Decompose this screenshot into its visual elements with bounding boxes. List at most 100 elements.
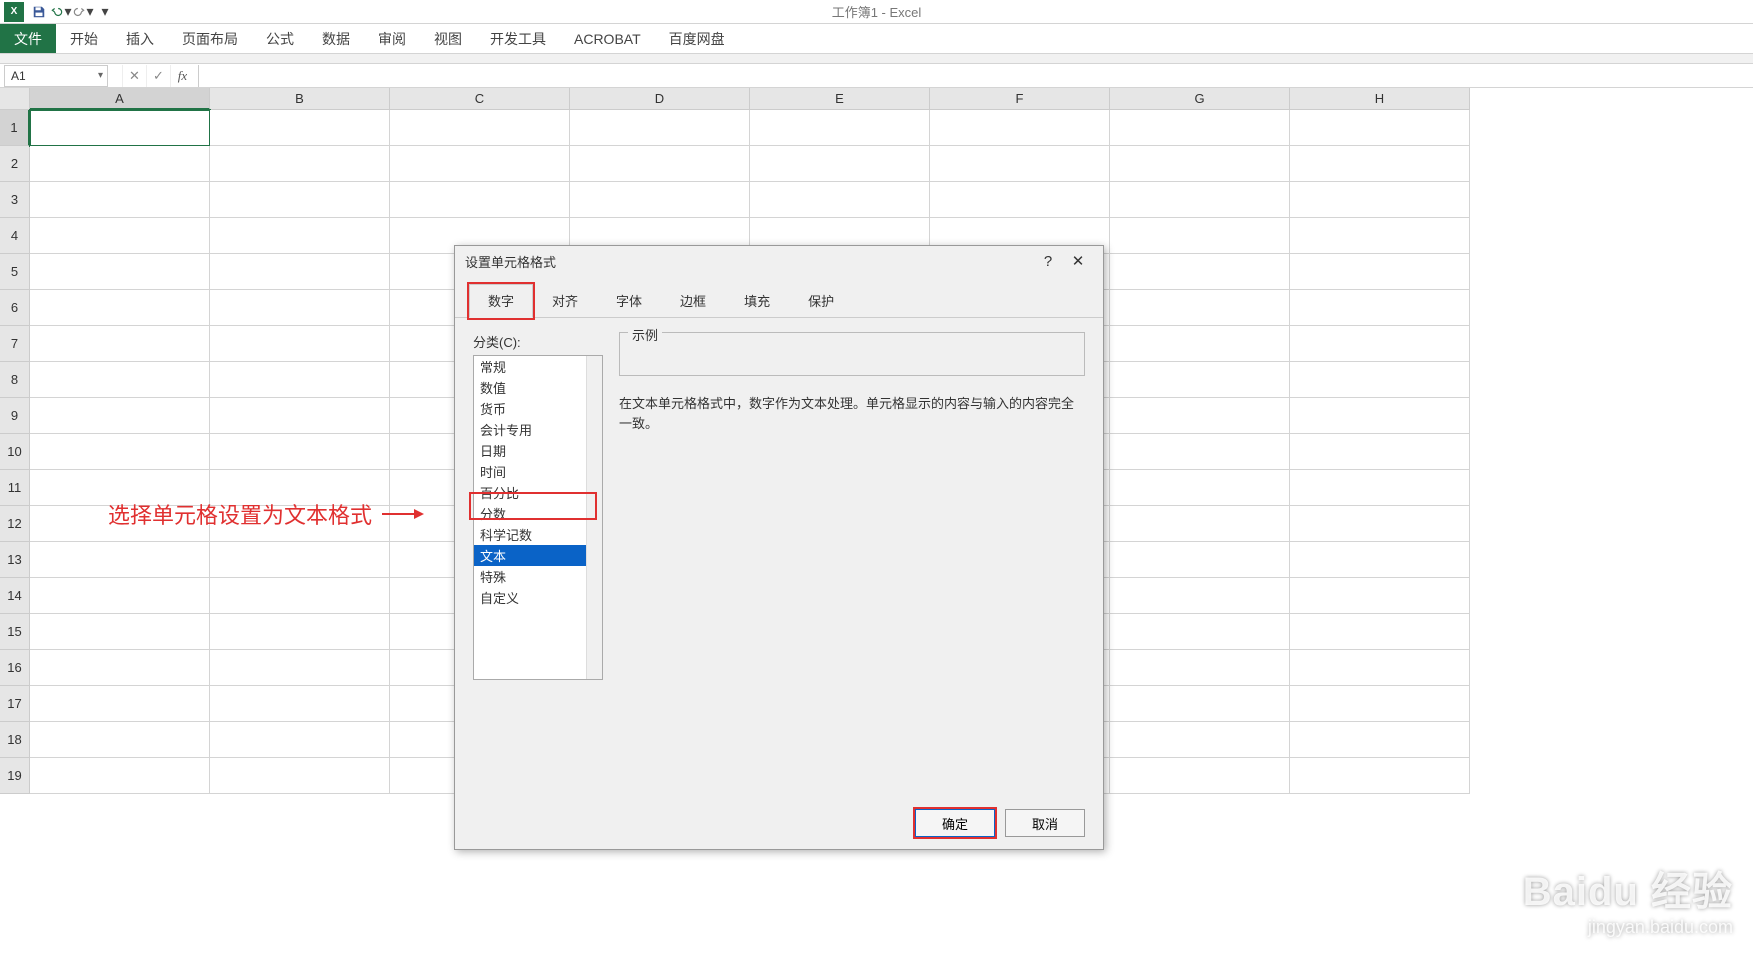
cell[interactable] bbox=[30, 686, 210, 722]
cell[interactable] bbox=[1110, 398, 1290, 434]
cell[interactable] bbox=[1290, 434, 1470, 470]
cell[interactable] bbox=[750, 182, 930, 218]
dialog-tab-protection[interactable]: 保护 bbox=[789, 284, 853, 317]
undo-icon[interactable]: ▾ bbox=[50, 1, 72, 23]
cell[interactable] bbox=[30, 542, 210, 578]
cell[interactable] bbox=[750, 146, 930, 182]
row-header[interactable]: 8 bbox=[0, 362, 30, 398]
column-header[interactable]: D bbox=[570, 88, 750, 110]
cell[interactable] bbox=[1290, 686, 1470, 722]
row-header[interactable]: 7 bbox=[0, 326, 30, 362]
help-icon[interactable]: ? bbox=[1033, 253, 1063, 270]
cell[interactable] bbox=[570, 146, 750, 182]
cell[interactable] bbox=[30, 326, 210, 362]
cell[interactable] bbox=[30, 362, 210, 398]
cell[interactable] bbox=[930, 146, 1110, 182]
row-header[interactable]: 15 bbox=[0, 614, 30, 650]
row-header[interactable]: 13 bbox=[0, 542, 30, 578]
row-header[interactable]: 3 bbox=[0, 182, 30, 218]
cell[interactable] bbox=[210, 758, 390, 794]
cell[interactable] bbox=[1110, 506, 1290, 542]
cell[interactable] bbox=[1290, 218, 1470, 254]
cell[interactable] bbox=[30, 578, 210, 614]
category-item[interactable]: 自定义 bbox=[474, 587, 602, 608]
cell[interactable] bbox=[1290, 326, 1470, 362]
column-header[interactable]: C bbox=[390, 88, 570, 110]
row-header[interactable]: 5 bbox=[0, 254, 30, 290]
cell[interactable] bbox=[1110, 686, 1290, 722]
row-header[interactable]: 4 bbox=[0, 218, 30, 254]
column-header[interactable]: E bbox=[750, 88, 930, 110]
row-header[interactable]: 14 bbox=[0, 578, 30, 614]
cell[interactable] bbox=[30, 290, 210, 326]
tab-developer[interactable]: 开发工具 bbox=[476, 24, 560, 53]
select-all-triangle[interactable] bbox=[0, 88, 30, 110]
cell[interactable] bbox=[210, 182, 390, 218]
cell[interactable] bbox=[30, 218, 210, 254]
column-header[interactable]: F bbox=[930, 88, 1110, 110]
row-header[interactable]: 2 bbox=[0, 146, 30, 182]
dialog-tab-fill[interactable]: 填充 bbox=[725, 284, 789, 317]
cell[interactable] bbox=[1290, 110, 1470, 146]
cell[interactable] bbox=[210, 326, 390, 362]
cell[interactable] bbox=[390, 110, 570, 146]
ok-button[interactable]: 确定 bbox=[915, 809, 995, 837]
cell[interactable] bbox=[1110, 254, 1290, 290]
tab-insert[interactable]: 插入 bbox=[112, 24, 168, 53]
dialog-titlebar[interactable]: 设置单元格格式 ? ✕ bbox=[455, 246, 1103, 276]
qat-customize-icon[interactable]: ▾ bbox=[94, 1, 116, 23]
cell[interactable] bbox=[1110, 434, 1290, 470]
cell[interactable] bbox=[210, 722, 390, 758]
cell[interactable] bbox=[1110, 722, 1290, 758]
save-icon[interactable] bbox=[28, 1, 50, 23]
row-header[interactable]: 19 bbox=[0, 758, 30, 794]
cell[interactable] bbox=[1110, 578, 1290, 614]
tab-view[interactable]: 视图 bbox=[420, 24, 476, 53]
redo-icon[interactable]: ▾ bbox=[72, 1, 94, 23]
cell[interactable] bbox=[1290, 254, 1470, 290]
cell[interactable] bbox=[30, 722, 210, 758]
category-item[interactable]: 百分比 bbox=[474, 482, 602, 503]
cell[interactable] bbox=[30, 110, 210, 146]
tab-review[interactable]: 审阅 bbox=[364, 24, 420, 53]
row-header[interactable]: 1 bbox=[0, 110, 30, 146]
cell[interactable] bbox=[390, 146, 570, 182]
dialog-tab-alignment[interactable]: 对齐 bbox=[533, 284, 597, 317]
tab-pagelayout[interactable]: 页面布局 bbox=[168, 24, 252, 53]
cell[interactable] bbox=[1290, 398, 1470, 434]
tab-home[interactable]: 开始 bbox=[56, 24, 112, 53]
cell[interactable] bbox=[1110, 146, 1290, 182]
dialog-tab-border[interactable]: 边框 bbox=[661, 284, 725, 317]
cell[interactable] bbox=[1110, 362, 1290, 398]
column-header[interactable]: B bbox=[210, 88, 390, 110]
scrollbar[interactable] bbox=[586, 356, 602, 679]
row-header[interactable]: 9 bbox=[0, 398, 30, 434]
cell[interactable] bbox=[210, 218, 390, 254]
cell[interactable] bbox=[210, 434, 390, 470]
fx-icon[interactable]: fx bbox=[170, 65, 194, 87]
cell[interactable] bbox=[210, 290, 390, 326]
cell[interactable] bbox=[390, 182, 570, 218]
row-header[interactable]: 11 bbox=[0, 470, 30, 506]
cell[interactable] bbox=[1290, 758, 1470, 794]
cell[interactable] bbox=[1110, 326, 1290, 362]
cell[interactable] bbox=[210, 578, 390, 614]
cell[interactable] bbox=[1290, 362, 1470, 398]
category-item[interactable]: 常规 bbox=[474, 356, 602, 377]
cell[interactable] bbox=[1290, 650, 1470, 686]
cell[interactable] bbox=[30, 182, 210, 218]
category-item[interactable]: 货币 bbox=[474, 398, 602, 419]
cell[interactable] bbox=[750, 110, 930, 146]
row-header[interactable]: 17 bbox=[0, 686, 30, 722]
cell[interactable] bbox=[210, 110, 390, 146]
cell[interactable] bbox=[570, 110, 750, 146]
cell[interactable] bbox=[30, 614, 210, 650]
cell[interactable] bbox=[210, 614, 390, 650]
category-item[interactable]: 科学记数 bbox=[474, 524, 602, 545]
cell[interactable] bbox=[1110, 650, 1290, 686]
row-header[interactable]: 10 bbox=[0, 434, 30, 470]
cell[interactable] bbox=[30, 398, 210, 434]
row-header[interactable]: 18 bbox=[0, 722, 30, 758]
cell[interactable] bbox=[1290, 506, 1470, 542]
cell[interactable] bbox=[30, 434, 210, 470]
